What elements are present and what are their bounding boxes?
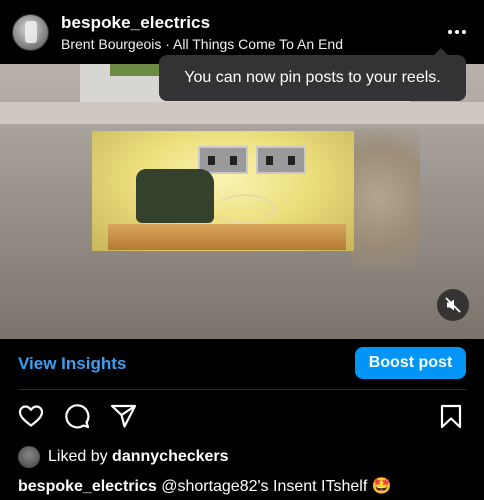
avatar[interactable] — [12, 14, 49, 51]
tooltip-text: You can now pin posts to your reels. — [184, 69, 441, 86]
pin-tooltip[interactable]: You can now pin posts to your reels. — [159, 48, 466, 101]
post-video[interactable] — [0, 64, 484, 339]
cable — [215, 194, 275, 224]
divider — [18, 389, 466, 390]
window-sill — [0, 102, 484, 124]
heart-icon[interactable] — [18, 404, 44, 428]
caption-text: @shortage82's Insent ITshelf 🤩 — [156, 478, 392, 495]
more-options-icon[interactable] — [446, 24, 470, 42]
bookmark-icon[interactable] — [440, 404, 462, 429]
boost-post-button[interactable]: Boost post — [355, 347, 466, 379]
mute-button[interactable] — [437, 289, 469, 321]
router-box — [136, 169, 214, 223]
caption-author[interactable]: bespoke_electrics — [18, 478, 157, 495]
liker-avatar[interactable] — [18, 446, 40, 468]
speaker-muted-icon — [445, 297, 461, 313]
share-icon[interactable] — [110, 403, 137, 429]
socket-right — [256, 146, 306, 174]
wood-shelf — [108, 224, 346, 250]
audio-subtitle[interactable]: Brent Bourgeois · All Things Come To An … — [61, 36, 343, 52]
plaster-patch — [350, 129, 420, 269]
liked-by-prefix: Liked by — [48, 448, 108, 465]
liked-by-user[interactable]: dannycheckers — [112, 448, 229, 466]
username[interactable]: bespoke_electrics — [61, 13, 210, 33]
insights-row: View Insights Boost post — [0, 339, 484, 389]
view-insights-link[interactable]: View Insights — [18, 354, 126, 374]
liked-by[interactable]: Liked by dannycheckers — [18, 446, 229, 468]
comment-icon[interactable] — [64, 403, 90, 429]
caption: bespoke_electrics @shortage82's Insent I… — [18, 476, 392, 496]
